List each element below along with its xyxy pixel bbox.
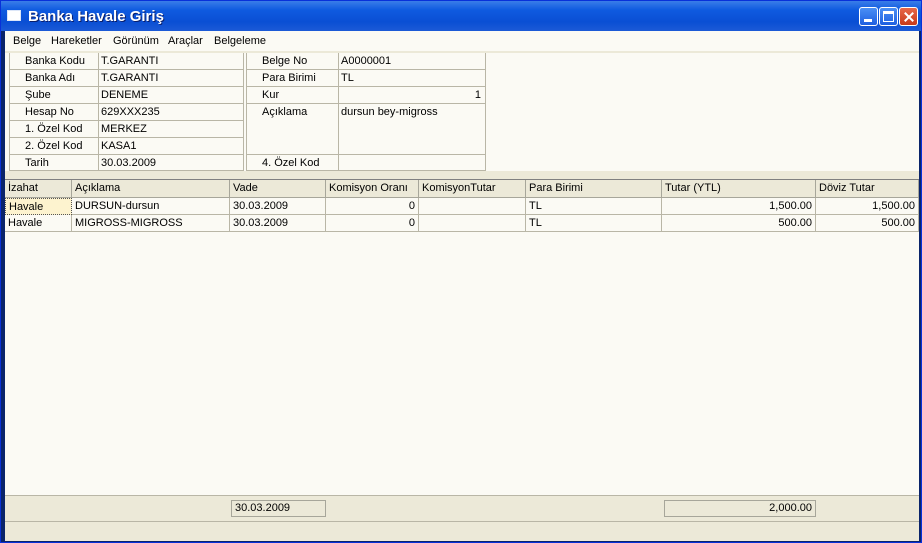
- cell-vade[interactable]: 30.03.2009: [230, 215, 326, 232]
- ozel-kod-4-label: 4. Özel Kod: [262, 157, 320, 169]
- col-izahat[interactable]: İzahat: [5, 180, 72, 198]
- minimize-button[interactable]: [859, 7, 878, 26]
- menu-bar: Belge Hareketler Görünüm Araçlar Belgele…: [5, 31, 919, 51]
- belge-no-label: Belge No: [262, 55, 308, 67]
- tarih-field[interactable]: 30.03.2009: [98, 155, 243, 171]
- kur-label: Kur: [262, 89, 280, 101]
- menu-hareketler[interactable]: Hareketler: [51, 35, 102, 47]
- cell-komisyon-tutar[interactable]: [419, 215, 526, 232]
- vade-total: 30.03.2009: [231, 500, 326, 517]
- cell-komisyon-orani[interactable]: 0: [326, 198, 419, 215]
- totals-bar: 30.03.2009 2,000.00: [5, 495, 919, 521]
- menu-belgeleme[interactable]: Belgeleme: [214, 35, 266, 47]
- header-form: Banka Kodu T.GARANTI Banka Adı T.GARANTI…: [5, 53, 919, 171]
- status-bar: [5, 521, 919, 541]
- menu-araclar[interactable]: Araçlar: [168, 35, 203, 47]
- para-birimi-field[interactable]: TL: [338, 70, 485, 86]
- hesap-no-label: Hesap No: [25, 106, 74, 118]
- col-vade[interactable]: Vade: [230, 180, 326, 198]
- col-aciklama[interactable]: Açıklama: [72, 180, 230, 198]
- cell-doviz-tutar[interactable]: 500.00: [816, 215, 919, 232]
- cell-para-birimi[interactable]: TL: [526, 198, 662, 215]
- col-komisyon-tutar[interactable]: KomisyonTutar: [419, 180, 526, 198]
- banka-kodu-label: Banka Kodu: [25, 55, 85, 67]
- sube-label: Şube: [25, 89, 51, 101]
- cell-komisyon-orani[interactable]: 0: [326, 215, 419, 232]
- client-area: Belge Hareketler Görünüm Araçlar Belgele…: [5, 31, 919, 541]
- ozel-kod-1-label: 1. Özel Kod: [25, 123, 83, 135]
- cell-tutar-ytl[interactable]: 500.00: [662, 215, 816, 232]
- para-birimi-label: Para Birimi: [262, 72, 316, 84]
- window-title: Banka Havale Giriş: [28, 8, 164, 25]
- maximize-button[interactable]: [879, 7, 898, 26]
- col-tutar-ytl[interactable]: Tutar (YTL): [662, 180, 816, 198]
- cell-izahat[interactable]: Havale: [5, 198, 72, 215]
- banka-adi-label: Banka Adı: [25, 72, 76, 84]
- menu-belge[interactable]: Belge: [13, 35, 41, 47]
- cell-tutar-ytl[interactable]: 1,500.00: [662, 198, 816, 215]
- cell-vade[interactable]: 30.03.2009: [230, 198, 326, 215]
- belge-no-field[interactable]: A0000001: [338, 53, 485, 69]
- tutar-total: 2,000.00: [664, 500, 816, 517]
- hesap-no-field[interactable]: 629XXX235: [98, 104, 243, 120]
- kur-field[interactable]: 1: [338, 87, 485, 103]
- ozel-kod-4-field[interactable]: [338, 155, 485, 171]
- ozel-kod-2-label: 2. Özel Kod: [25, 140, 83, 152]
- window: Banka Havale Giriş Belge Hareketler Görü…: [0, 0, 922, 543]
- title-bar[interactable]: Banka Havale Giriş: [1, 1, 921, 31]
- ozel-kod-1-field[interactable]: MERKEZ: [98, 121, 243, 137]
- cell-izahat[interactable]: Havale: [5, 215, 72, 232]
- cell-doviz-tutar[interactable]: 1,500.00: [816, 198, 919, 215]
- cell-komisyon-tutar[interactable]: [419, 198, 526, 215]
- menu-gorunum[interactable]: Görünüm: [113, 35, 159, 47]
- col-para-birimi[interactable]: Para Birimi: [526, 180, 662, 198]
- ozel-kod-2-field[interactable]: KASA1: [98, 138, 243, 154]
- transactions-grid: İzahat Açıklama Vade Komisyon Oranı Komi…: [5, 179, 919, 496]
- close-button[interactable]: [899, 7, 918, 26]
- window-icon: [7, 10, 21, 21]
- tarih-label: Tarih: [25, 157, 49, 169]
- banka-kodu-field[interactable]: T.GARANTI: [98, 53, 243, 69]
- cell-para-birimi[interactable]: TL: [526, 215, 662, 232]
- cell-aciklama[interactable]: DURSUN-dursun: [72, 198, 230, 215]
- aciklama-label: Açıklama: [262, 106, 308, 118]
- aciklama-field[interactable]: dursun bey-migross: [338, 104, 485, 154]
- grid-header: İzahat Açıklama Vade Komisyon Oranı Komi…: [5, 180, 919, 198]
- col-doviz-tutar[interactable]: Döviz Tutar: [816, 180, 919, 198]
- col-komisyon-orani[interactable]: Komisyon Oranı: [326, 180, 419, 198]
- sube-field[interactable]: DENEME: [98, 87, 243, 103]
- banka-adi-field[interactable]: T.GARANTI: [98, 70, 243, 86]
- cell-aciklama[interactable]: MIGROSS-MIGROSS: [72, 215, 230, 232]
